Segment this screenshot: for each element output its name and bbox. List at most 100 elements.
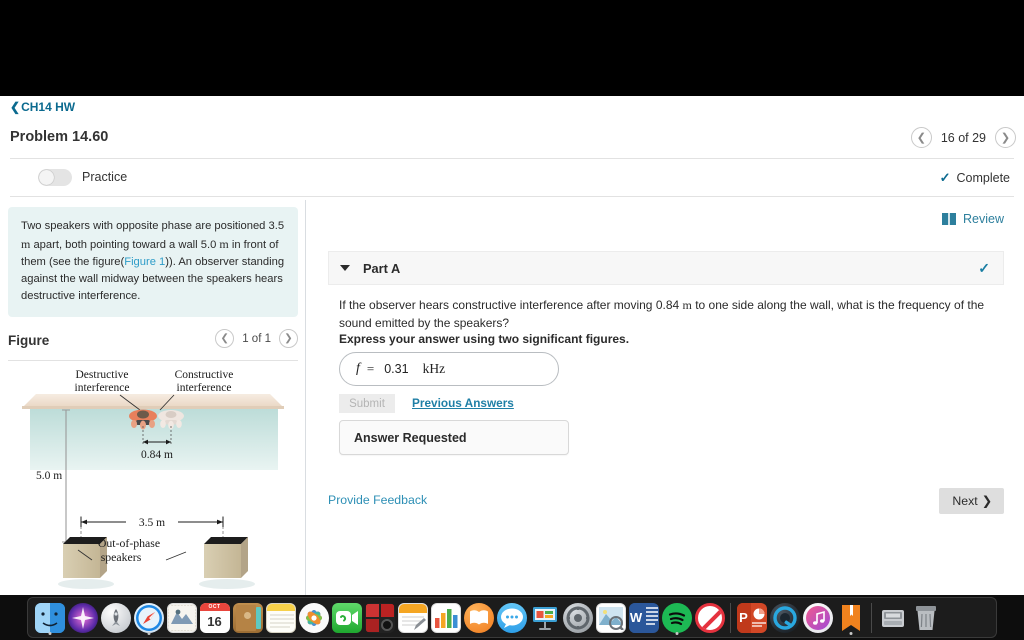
dock-item-keynote[interactable] bbox=[528, 599, 561, 636]
mail-icon bbox=[166, 602, 197, 633]
submit-button[interactable]: Submit bbox=[339, 394, 395, 413]
dock-item-microsoft-powerpoint[interactable]: P bbox=[735, 599, 768, 636]
dock-item-numbers[interactable] bbox=[429, 599, 462, 636]
running-indicator bbox=[849, 632, 852, 635]
next-figure-button[interactable]: ❯ bbox=[279, 329, 298, 348]
dock-item-launchpad[interactable] bbox=[99, 599, 132, 636]
trash-icon bbox=[911, 603, 941, 633]
label-constructive-line2: interference bbox=[177, 382, 232, 394]
breadcrumb-ch14-hw[interactable]: ❮ CH14 HW bbox=[10, 100, 75, 114]
numbers-icon bbox=[430, 602, 461, 633]
preview-icon bbox=[595, 602, 626, 633]
problem-title-row: Problem 14.60 ❮ 16 of 29 ❯ bbox=[0, 122, 1024, 158]
chevron-right-icon: ❯ bbox=[1000, 132, 1011, 144]
macos-dock: OCT 16 W P bbox=[27, 597, 997, 638]
label-speakers-line1: Out-of-phase bbox=[98, 536, 160, 550]
review-label: Review bbox=[963, 212, 1004, 226]
answer-symbol: f bbox=[356, 361, 360, 376]
problem-statement: Two speakers with opposite phase are pos… bbox=[8, 207, 298, 318]
status-badge-complete: ✓ Complete bbox=[940, 170, 1010, 186]
next-problem-button[interactable]: ❯ bbox=[995, 127, 1016, 148]
dock-item-preview[interactable] bbox=[594, 599, 627, 636]
separator-2 bbox=[871, 602, 872, 633]
chevron-left-icon: ❮ bbox=[220, 333, 229, 344]
figure-title: Figure bbox=[8, 333, 50, 348]
prev-figure-button[interactable]: ❮ bbox=[215, 329, 235, 348]
browser-chrome-area bbox=[0, 0, 1024, 96]
finder-icon bbox=[34, 602, 65, 633]
calendar-icon: OCT 16 bbox=[199, 602, 230, 633]
dock-item-facetime[interactable] bbox=[330, 599, 363, 636]
part-a-question: If the observer hears constructive inter… bbox=[339, 296, 1004, 332]
word-icon: W bbox=[628, 602, 659, 633]
chevron-right-icon: ❯ bbox=[981, 494, 992, 508]
dock-item-quicktime-player[interactable] bbox=[768, 599, 801, 636]
dock-item-photos[interactable] bbox=[297, 599, 330, 636]
dock-item-trash[interactable] bbox=[909, 599, 942, 636]
chevron-right-icon: ❯ bbox=[284, 333, 293, 344]
itunes-icon bbox=[802, 602, 833, 633]
answer-input[interactable]: f = 0.31 kHz bbox=[339, 352, 559, 386]
safari-icon bbox=[133, 602, 164, 633]
review-link[interactable]: Review bbox=[942, 212, 1004, 226]
part-a-instruction: Express your answer using two significan… bbox=[339, 332, 630, 346]
dock-item-safari[interactable] bbox=[132, 599, 165, 636]
spotify-icon bbox=[661, 602, 692, 633]
dock-item-downloads[interactable] bbox=[876, 599, 909, 636]
label-speaker-separation: 3.5 m bbox=[139, 517, 165, 529]
dock-item-orange-book[interactable] bbox=[834, 599, 867, 636]
caret-down-icon[interactable] bbox=[340, 265, 350, 271]
right-pane: Review Part A ✓ If the observer hears co… bbox=[306, 200, 1024, 595]
previous-answers-link[interactable]: Previous Answers bbox=[412, 396, 514, 410]
running-indicator bbox=[675, 632, 678, 635]
statement-part-2: apart, both pointing toward a wall 5.0 bbox=[30, 239, 220, 252]
left-pane: Two speakers with opposite phase are pos… bbox=[0, 200, 305, 595]
book-icon bbox=[942, 213, 956, 225]
system-preferences-icon bbox=[562, 602, 593, 633]
next-button[interactable]: Next ❯ bbox=[939, 488, 1004, 514]
divider-under-figure-header bbox=[8, 360, 298, 361]
dock-item-spotify[interactable] bbox=[660, 599, 693, 636]
prev-problem-button[interactable]: ❮ bbox=[910, 127, 932, 148]
provide-feedback-link[interactable]: Provide Feedback bbox=[328, 493, 427, 507]
keynote-icon bbox=[530, 603, 560, 633]
page-title: Problem 14.60 bbox=[10, 129, 109, 145]
dock-item-photo-booth[interactable] bbox=[363, 599, 396, 636]
dock-item-pages[interactable] bbox=[396, 599, 429, 636]
figure-1-link[interactable]: Figure 1 bbox=[124, 256, 165, 268]
dock-item-messages[interactable] bbox=[495, 599, 528, 636]
dock-item-notes[interactable] bbox=[264, 599, 297, 636]
dock-item-mail[interactable] bbox=[165, 599, 198, 636]
siri-icon bbox=[67, 602, 98, 633]
practice-toggle[interactable] bbox=[38, 169, 72, 186]
next-label: Next bbox=[952, 494, 978, 508]
check-icon: ✓ bbox=[939, 170, 951, 185]
figure-illustration: Destructive interference Constructive in… bbox=[8, 364, 298, 595]
toggle-knob bbox=[39, 170, 54, 185]
dock-item-adblock[interactable] bbox=[693, 599, 726, 636]
dock-item-ibooks[interactable] bbox=[462, 599, 495, 636]
dock-item-finder[interactable] bbox=[33, 599, 66, 636]
dock-item-contacts[interactable] bbox=[231, 599, 264, 636]
dock-item-itunes[interactable] bbox=[801, 599, 834, 636]
dock-item-microsoft-word[interactable]: W bbox=[627, 599, 660, 636]
photos-icon bbox=[298, 602, 329, 633]
ibooks-icon bbox=[463, 602, 494, 633]
messages-icon bbox=[496, 602, 527, 633]
check-icon: ✓ bbox=[978, 260, 990, 276]
complete-label: Complete bbox=[956, 171, 1011, 185]
dock-item-calendar[interactable]: OCT 16 bbox=[198, 599, 231, 636]
question-unit: m bbox=[682, 298, 692, 312]
label-destructive-line2: interference bbox=[75, 382, 130, 394]
dock-item-system-preferences[interactable] bbox=[561, 599, 594, 636]
statement-unit-1: m bbox=[21, 237, 31, 252]
part-a-header[interactable]: Part A ✓ bbox=[328, 251, 1004, 285]
chevron-left-icon: ❮ bbox=[10, 100, 21, 114]
powerpoint-icon: P bbox=[736, 602, 767, 633]
label-speakers-line2: speakers bbox=[101, 550, 142, 564]
no-entry-icon bbox=[694, 602, 725, 633]
practice-row: Practice ✓ Complete bbox=[0, 159, 1024, 196]
photo-booth-icon bbox=[364, 602, 395, 633]
breadcrumb-label: CH14 HW bbox=[21, 100, 76, 114]
dock-item-siri[interactable] bbox=[66, 599, 99, 636]
